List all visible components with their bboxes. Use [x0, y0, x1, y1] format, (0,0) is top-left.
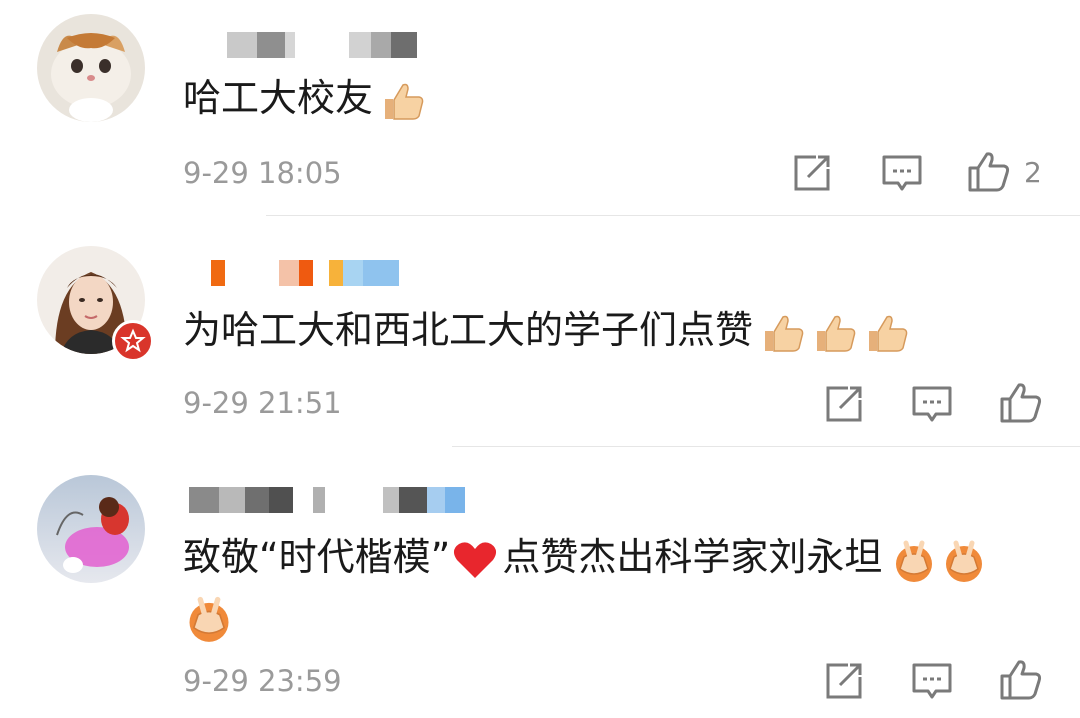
share-icon[interactable] [822, 659, 866, 703]
verified-badge-icon [112, 320, 154, 362]
username-redacted[interactable] [183, 32, 423, 58]
thumbs-up-icon [761, 313, 805, 353]
thumbs-up-icon [381, 81, 425, 121]
comment-item: 哈工大校友 9-29 18:05 2 [0, 0, 1080, 216]
like-icon[interactable] [998, 381, 1042, 425]
comment-item: 为哈工大和西北工大的学子们点赞 9-29 21:51 [0, 216, 1080, 447]
salute-hands-icon [183, 593, 235, 643]
comment-time: 9-29 21:51 [183, 386, 342, 420]
comment-item: 致敬“时代楷模” 点赞杰出科学家刘永坦 9-29 23:59 [0, 447, 1080, 718]
reply-icon[interactable] [880, 151, 924, 195]
reply-icon[interactable] [910, 659, 954, 703]
comment-time: 9-29 23:59 [183, 664, 342, 698]
like-count: 2 [1024, 156, 1042, 189]
username-redacted[interactable] [183, 487, 473, 513]
comment-text-line2 [183, 593, 235, 643]
comment-text: 致敬“时代楷模” 点赞杰出科学家刘永坦 [183, 531, 988, 583]
salute-hands-icon [890, 537, 938, 583]
comment-text-content: 为哈工大和西北工大的学子们点赞 [183, 308, 754, 352]
username-redacted[interactable] [183, 260, 423, 286]
like-icon[interactable] [998, 658, 1042, 702]
avatar[interactable] [37, 475, 145, 583]
heart-icon [452, 540, 498, 580]
thumbs-up-icon [813, 313, 857, 353]
comment-time: 9-29 18:05 [183, 156, 342, 190]
salute-hands-icon [940, 537, 988, 583]
share-icon[interactable] [790, 151, 834, 195]
share-icon[interactable] [822, 382, 866, 426]
comment-text-content: 哈工大校友 [183, 76, 374, 120]
comment-text-content: 致敬“时代楷模” [183, 535, 451, 579]
like-icon[interactable] [966, 150, 1010, 194]
comment-text: 哈工大校友 [183, 72, 425, 124]
comment-text: 为哈工大和西北工大的学子们点赞 [183, 304, 909, 356]
avatar[interactable] [37, 14, 145, 122]
reply-icon[interactable] [910, 382, 954, 426]
comment-text-content: 点赞杰出科学家刘永坦 [502, 535, 883, 579]
thumbs-up-icon [865, 313, 909, 353]
